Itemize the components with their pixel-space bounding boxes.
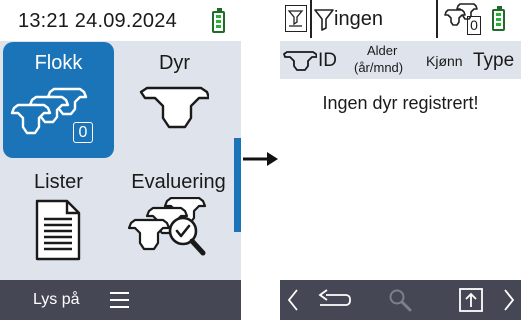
column-age-unit: (år/mnd) xyxy=(354,60,404,75)
filter-list-icon[interactable] xyxy=(285,5,307,32)
tile-dyr[interactable]: Dyr xyxy=(119,42,230,158)
tile-lister-label: Lister xyxy=(34,171,83,193)
cow-head-icon xyxy=(283,51,317,71)
herd-evaluation-icon xyxy=(127,197,207,256)
column-sex[interactable]: Kjønn xyxy=(426,53,463,69)
search-icon xyxy=(389,289,412,312)
tile-dyr-label: Dyr xyxy=(158,52,191,74)
main-menu-screen: 13:21 24.09.2024 Flokk 0 Dyr Lister Eval… xyxy=(0,0,241,320)
tile-lister[interactable]: Lister xyxy=(3,161,114,277)
herd-list-screen: ingen 0 ID Alder (år/mnd) Kjønn Type Ing… xyxy=(280,0,521,320)
tile-evaluering[interactable]: Evaluering xyxy=(119,161,230,277)
battery-full-icon xyxy=(492,6,505,31)
list-header: ingen 0 xyxy=(280,0,521,38)
filter-value[interactable]: ingen xyxy=(334,8,383,31)
document-list-icon xyxy=(35,199,81,261)
tile-evaluering-label: Evaluering xyxy=(131,171,226,193)
transition-arrow-icon xyxy=(243,152,278,166)
left-bottom-bar: Lys på xyxy=(0,280,241,320)
menu-scrollbar[interactable] xyxy=(234,138,241,232)
herd-count-badge: 0 xyxy=(73,122,93,143)
column-type[interactable]: Type xyxy=(473,50,514,72)
tile-flokk[interactable]: Flokk 0 xyxy=(3,42,114,158)
right-bottom-bar xyxy=(280,280,521,320)
battery-full-icon xyxy=(212,8,225,33)
filter-funnel-icon[interactable] xyxy=(314,9,334,31)
herd-count-value: 0 xyxy=(467,16,481,35)
light-toggle-button[interactable]: Lys på xyxy=(33,291,80,309)
column-age[interactable]: Alder xyxy=(367,43,397,58)
back-arrow-icon[interactable] xyxy=(316,289,354,311)
column-id[interactable]: ID xyxy=(318,50,337,72)
tile-flokk-label: Flokk xyxy=(34,52,83,74)
chevron-right-icon[interactable] xyxy=(502,288,516,312)
cow-head-icon xyxy=(139,86,209,129)
status-bar: 13:21 24.09.2024 xyxy=(0,0,241,41)
column-header-row: ID Alder (år/mnd) Kjønn Type xyxy=(280,41,521,79)
hamburger-menu-icon[interactable] xyxy=(110,292,129,308)
clock-datetime: 13:21 24.09.2024 xyxy=(18,10,177,32)
upload-icon[interactable] xyxy=(458,287,484,313)
empty-list-message: Ingen dyr registrert! xyxy=(322,93,479,113)
chevron-left-icon[interactable] xyxy=(286,288,300,312)
